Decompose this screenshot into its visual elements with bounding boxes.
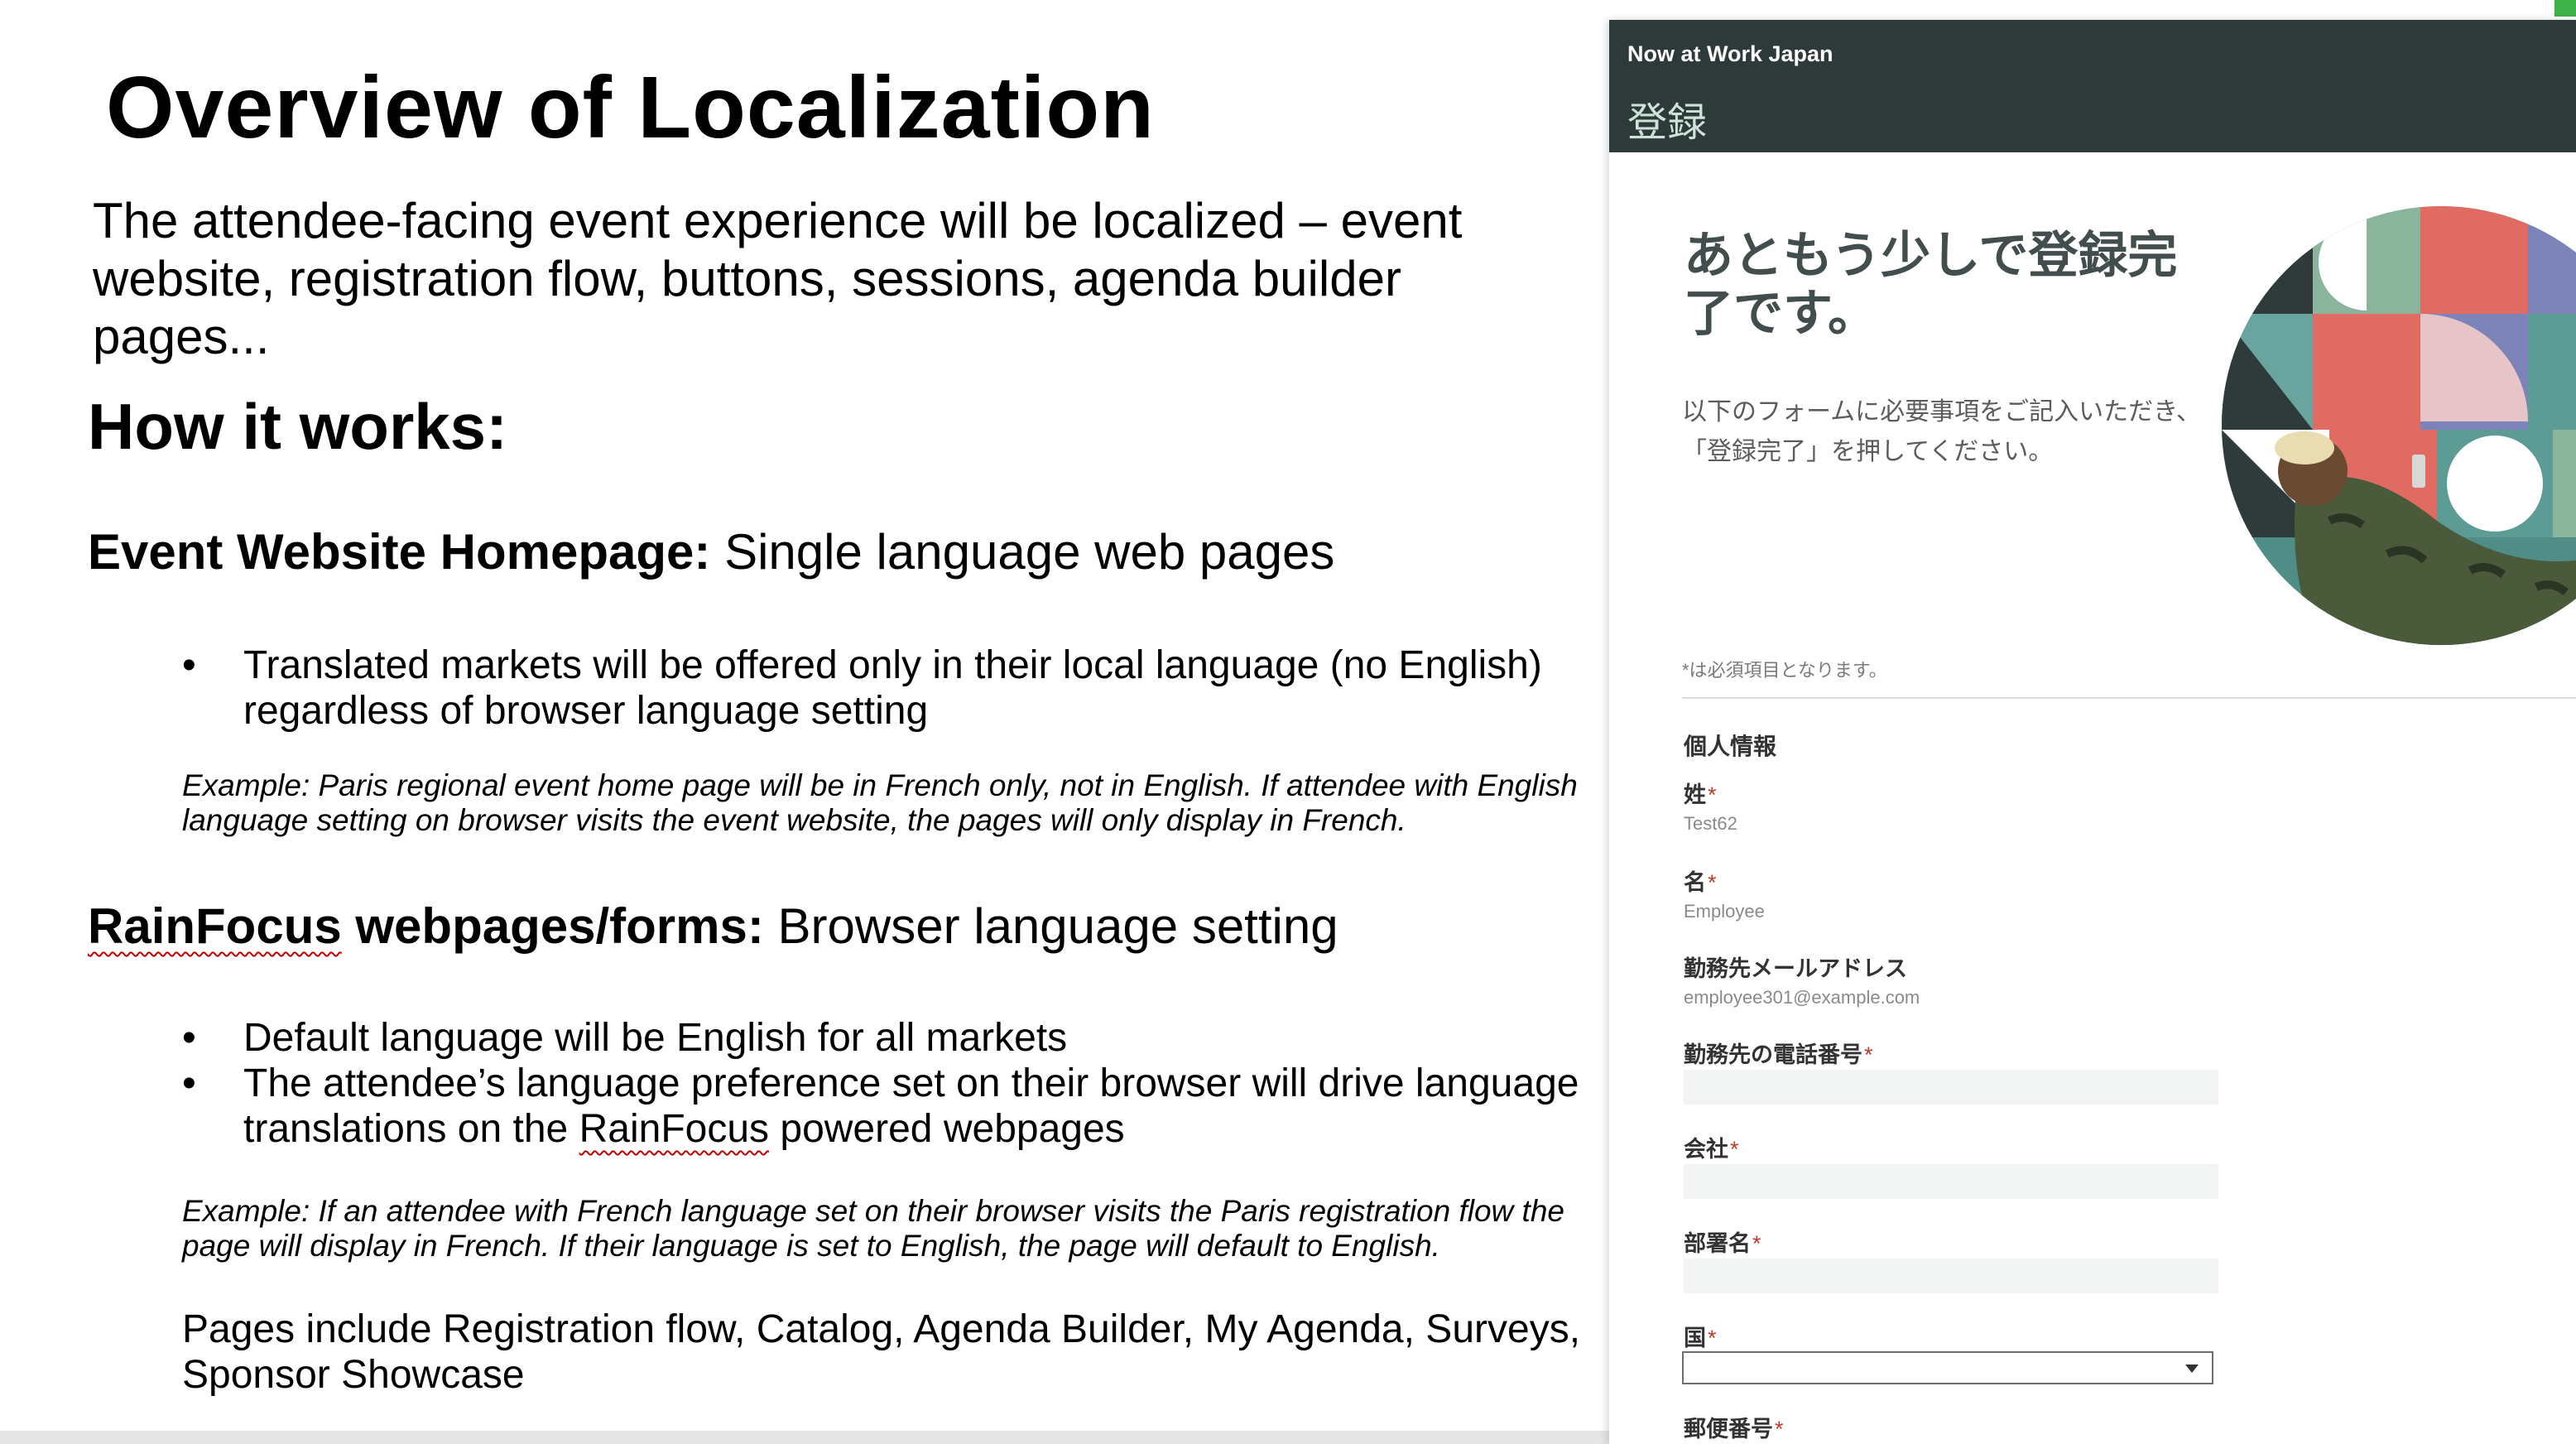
field-label-text: 国 bbox=[1684, 1326, 1706, 1350]
bullet-text-end: powered webpages bbox=[769, 1107, 1125, 1151]
site-header: Now at Work Japan 登録 bbox=[1609, 20, 2576, 152]
department-label: 部署名* bbox=[1684, 1225, 1761, 1258]
registration-screenshot: Now at Work Japan 登録 あともう少しで登録完了です。 以下のフ… bbox=[1609, 20, 2576, 1444]
bullet-text: Default language will be English for all… bbox=[243, 1016, 1068, 1060]
rainfocus-bullets: • Default language will be English for al… bbox=[182, 1015, 1589, 1152]
chevron-down-icon bbox=[2185, 1365, 2199, 1373]
list-item: • Translated markets will be offered only… bbox=[182, 643, 1589, 734]
last-name-label: 姓* bbox=[1684, 777, 1717, 809]
section-heading-text: Browser language setting bbox=[763, 898, 1338, 954]
divider bbox=[1682, 697, 2576, 699]
required-asterisk: * bbox=[1730, 1137, 1739, 1162]
list-item: • Default language will be English for al… bbox=[182, 1015, 1589, 1061]
intro-paragraph: The attendee-facing event experience wil… bbox=[93, 193, 1463, 364]
department-input[interactable] bbox=[1684, 1259, 2218, 1293]
required-note: *は必須項目となります。 bbox=[1682, 660, 1887, 681]
event-website-bullets: • Translated markets will be offered only… bbox=[182, 643, 1589, 734]
last-name-field[interactable]: Test62 bbox=[1684, 813, 1737, 835]
section-heading-bold: RainFocus webpages/forms: bbox=[88, 898, 764, 954]
first-name-field[interactable]: Employee bbox=[1684, 901, 1765, 922]
event-website-example: Example: Paris regional event home page … bbox=[182, 768, 1578, 837]
field-label-text: 会社 bbox=[1684, 1137, 1728, 1162]
edge-mark bbox=[2554, 0, 2576, 17]
hero-heading: あともう少しで登録完了です。 bbox=[1684, 228, 2178, 341]
bullet-glyph: • bbox=[182, 1061, 196, 1105]
company-input[interactable] bbox=[1684, 1164, 2218, 1199]
list-item: • The attendee’s language preference set … bbox=[182, 1061, 1589, 1152]
section-heading-rainfocus: RainFocus webpages/forms: Browser langua… bbox=[88, 898, 1338, 955]
form-instructions: 以下のフォームに必要事項をご記入いただき、「登録完了」を押してください。 bbox=[1682, 398, 2201, 465]
bullet-glyph: • bbox=[182, 1016, 196, 1060]
required-asterisk: * bbox=[1752, 1231, 1761, 1256]
first-name-label: 名* bbox=[1684, 864, 1717, 897]
pages-note: Pages include Registration flow, Catalog… bbox=[182, 1307, 1581, 1397]
rainfocus-brand: RainFocus bbox=[579, 1107, 770, 1151]
how-it-works-heading: How it works: bbox=[88, 390, 508, 463]
section-heading-event-website: Event Website Homepage: Single language … bbox=[88, 523, 1334, 580]
country-label: 国* bbox=[1684, 1320, 1717, 1352]
required-asterisk: * bbox=[1708, 782, 1717, 807]
field-label-text: 郵便番号 bbox=[1684, 1417, 1773, 1442]
slide-title: Overview of Localization bbox=[106, 59, 1155, 156]
field-label-text: 姓 bbox=[1684, 782, 1706, 807]
section-heading-bold: Event Website Homepage: bbox=[88, 524, 711, 580]
required-asterisk: * bbox=[1775, 1417, 1784, 1442]
required-asterisk: * bbox=[1708, 870, 1717, 895]
site-brand[interactable]: Now at Work Japan bbox=[1627, 41, 1833, 67]
hero-image bbox=[2222, 206, 2576, 645]
work-phone-label: 勤務先の電話番号* bbox=[1684, 1037, 1873, 1069]
rainfocus-example: Example: If an attendee with French lang… bbox=[182, 1194, 1564, 1263]
field-label-text: 部署名 bbox=[1684, 1231, 1751, 1256]
country-select[interactable] bbox=[1682, 1351, 2213, 1384]
postal-code-label: 郵便番号* bbox=[1684, 1411, 1784, 1443]
bullet-text: Translated markets will be offered only … bbox=[243, 643, 1542, 733]
registration-page-title: 登録 bbox=[1627, 101, 1708, 145]
rainfocus-brand: RainFocus bbox=[88, 898, 342, 954]
section-heading-text: Single language web pages bbox=[710, 524, 1335, 580]
hero-image-graphic bbox=[2222, 206, 2576, 645]
bottom-bar bbox=[0, 1431, 1622, 1444]
bullet-glyph: • bbox=[182, 643, 196, 687]
work-email-field[interactable]: employee301@example.com bbox=[1684, 987, 1920, 1008]
required-asterisk: * bbox=[1708, 1326, 1717, 1350]
section-heading-bold-rest: webpages/forms: bbox=[341, 898, 764, 954]
field-label-text: 名 bbox=[1684, 870, 1706, 895]
work-email-label: 勤務先メールアドレス bbox=[1684, 956, 1907, 981]
work-phone-input[interactable] bbox=[1684, 1070, 2218, 1105]
personal-info-heading: 個人情報 bbox=[1684, 734, 1777, 759]
field-label-text: 勤務先の電話番号 bbox=[1684, 1042, 1862, 1067]
required-asterisk: * bbox=[1864, 1042, 1873, 1067]
company-label: 会社* bbox=[1684, 1131, 1739, 1163]
